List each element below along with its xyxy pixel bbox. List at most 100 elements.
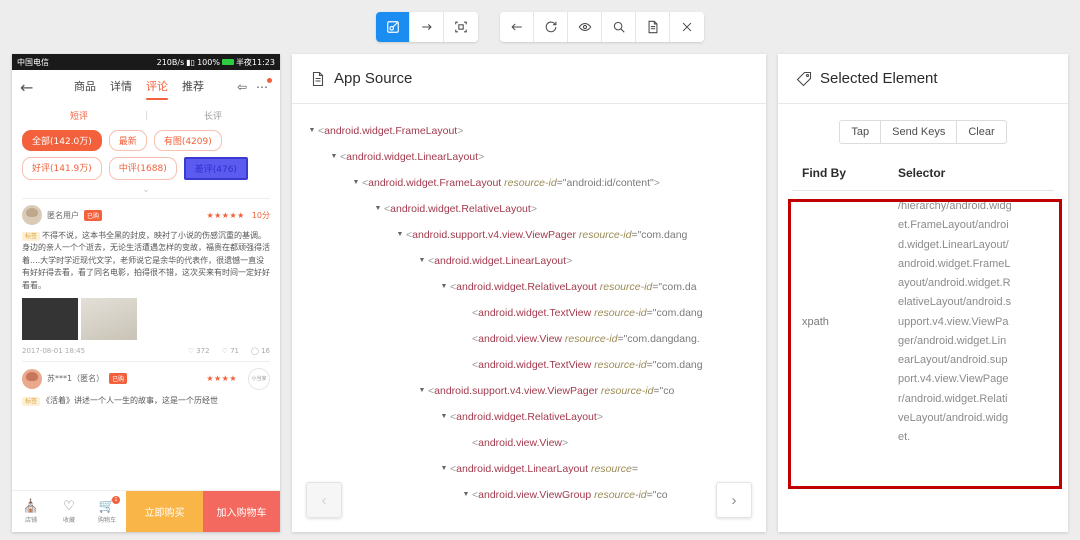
source-tree-node[interactable]: <android.view.View>: [292, 430, 766, 456]
source-tree-node-label: <android.view.View resource-id="com.dang…: [472, 333, 700, 345]
share-icon[interactable]: ⇦: [232, 80, 252, 94]
source-tree-node-label: <android.widget.TextView resource-id="co…: [472, 359, 703, 371]
source-tree-node[interactable]: ▼ <android.widget.FrameLayout resource-id…: [292, 170, 766, 196]
subtab-short-review[interactable]: 短评: [12, 109, 146, 122]
chip-all[interactable]: 全部(142.0万): [22, 130, 102, 151]
tap-by-coordinates-button[interactable]: [444, 12, 478, 42]
chevron-down-icon[interactable]: ▼: [416, 248, 428, 274]
expand-chevron-icon[interactable]: ⌄: [22, 186, 270, 198]
shop-button[interactable]: ⛪ 店铺: [12, 491, 50, 532]
source-tree-node[interactable]: ▼ <android.support.v4.view.ViewPager reso…: [292, 222, 766, 248]
chevron-down-icon[interactable]: ▼: [328, 144, 340, 170]
chevron-down-icon[interactable]: ▼: [306, 118, 318, 144]
send-keys-button[interactable]: Send Keys: [880, 120, 957, 144]
device-screenshot[interactable]: 中国电信 210B/s ▮▯ 100% 半夜11:23 ← 商品 详情 评论 推…: [12, 54, 280, 532]
review-meta: 2017-08-01 18:45 ♡ 372 ♡ 71 ◯ 16: [22, 347, 270, 361]
swipe-button[interactable]: [410, 12, 444, 42]
source-tree-node-label: <android.widget.LinearLayout resource=: [450, 463, 638, 475]
app-tab-detail[interactable]: 详情: [110, 78, 132, 97]
notification-dot: [267, 78, 272, 83]
comment-value: 71: [230, 346, 240, 355]
source-tree-node[interactable]: ▼ <android.widget.LinearLayout>: [292, 248, 766, 274]
reply-count[interactable]: ◯ 16: [251, 347, 270, 355]
chip-negative-selected[interactable]: 差评(476): [183, 157, 248, 180]
source-tree-node-label: <android.widget.TextView resource-id="co…: [472, 307, 703, 319]
source-tree-node[interactable]: <android.view.View resource-id="com.dang…: [292, 326, 766, 352]
chevron-down-icon[interactable]: ▼: [372, 196, 384, 222]
table-header-row: Find By Selector: [792, 158, 1054, 191]
clear-button[interactable]: Clear: [956, 120, 1007, 144]
search-button[interactable]: [602, 12, 636, 42]
source-tree-node[interactable]: ▼ <android.support.v4.view.ViewPager reso…: [292, 378, 766, 404]
source-tree-node-label: <android.widget.RelativeLayout>: [384, 203, 537, 215]
selected-element-header: Selected Element: [778, 54, 1068, 104]
refresh-button[interactable]: [534, 12, 568, 42]
app-tab-reviews[interactable]: 评论: [146, 78, 168, 100]
close-button[interactable]: [670, 12, 704, 42]
source-tree-node[interactable]: ▼ <android.widget.LinearLayout resource=: [292, 456, 766, 482]
review-body-text: 不得不说，这本书全黑的封皮，映衬了小说的伤感沉重的基调。身边的亲人一个个逝去，无…: [22, 231, 270, 290]
app-source-body[interactable]: ▼ <android.widget.FrameLayout> ▼ <android.w…: [292, 104, 766, 532]
source-tree-node[interactable]: ▼ <android.view.ViewGroup resource-id="co: [292, 482, 766, 508]
app-tab-goods[interactable]: 商品: [74, 78, 96, 97]
chevron-down-icon[interactable]: ▼: [394, 222, 406, 248]
source-tree-node-label: <android.view.View>: [472, 437, 569, 449]
source-tree-node[interactable]: <android.widget.TextView resource-id="co…: [292, 300, 766, 326]
reply-value: 16: [261, 346, 270, 355]
app-tab-recommend[interactable]: 推荐: [182, 78, 204, 97]
review-image[interactable]: [81, 297, 137, 340]
column-header-find-by: Find By: [802, 166, 846, 180]
chip-with-image[interactable]: 有图(4209): [153, 130, 222, 151]
chevron-down-icon[interactable]: ▼: [350, 170, 362, 196]
chevron-down-icon[interactable]: ▼: [438, 404, 450, 430]
review-image[interactable]: [22, 297, 78, 340]
chevron-down-icon[interactable]: ▼: [438, 274, 450, 300]
cell-find-by: xpath: [802, 316, 829, 329]
review-body-text: 《活着》讲述一个人一生的故事，这是一个历经世: [42, 395, 219, 405]
app-back-icon[interactable]: ←: [20, 78, 46, 97]
add-to-cart-button[interactable]: 加入购物车: [203, 491, 280, 532]
cart-badge: 1: [112, 496, 120, 504]
app-nav-tabs: 商品 详情 评论 推荐: [46, 78, 232, 100]
status-right: 210B/s ▮▯ 100% 半夜11:23: [157, 57, 275, 68]
source-tree-node[interactable]: ▼ <android.widget.FrameLayout>: [292, 118, 766, 144]
chip-positive[interactable]: 好评(141.9万): [22, 157, 102, 180]
next-page-button[interactable]: ›: [716, 482, 752, 518]
favorite-label: 收藏: [62, 516, 75, 524]
source-tree-node-label: <android.widget.FrameLayout>: [318, 125, 464, 137]
eye-button[interactable]: [568, 12, 602, 42]
status-time: 半夜11:23: [235, 57, 275, 67]
like-count[interactable]: ♡ 372: [188, 347, 210, 355]
status-carrier: 中国电信: [17, 57, 49, 67]
favorite-button[interactable]: ♡ 收藏: [50, 491, 88, 532]
source-tree-node[interactable]: ▼ <android.widget.RelativeLayout>: [292, 196, 766, 222]
comment-count[interactable]: ♡ 71: [222, 347, 239, 355]
subtab-long-review[interactable]: 长评: [146, 109, 280, 122]
review-tag: 标签: [22, 396, 41, 406]
buy-now-button[interactable]: 立即购买: [126, 491, 203, 532]
source-tree-node-label: <android.support.v4.view.ViewPager resou…: [428, 385, 675, 397]
rating-stars: ★★★★★: [206, 210, 245, 220]
source-tree-node[interactable]: ▼ <android.widget.LinearLayout>: [292, 144, 766, 170]
review-header: 匿名用户 已购 ★★★★★ 10分: [22, 205, 270, 225]
prev-page-button[interactable]: ‹: [306, 482, 342, 518]
more-icon[interactable]: ⋯: [252, 78, 272, 94]
source-tree-node[interactable]: <android.widget.TextView resource-id="co…: [292, 352, 766, 378]
source-tree-node[interactable]: ▼ <android.widget.RelativeLayout resource…: [292, 274, 766, 300]
tap-button[interactable]: Tap: [839, 120, 881, 144]
chip-newest[interactable]: 最新: [108, 130, 147, 151]
select-element-button[interactable]: [376, 12, 410, 42]
chevron-down-icon[interactable]: ▼: [416, 378, 428, 404]
back-button[interactable]: [500, 12, 534, 42]
copy-source-button[interactable]: [636, 12, 670, 42]
tag-icon: [796, 71, 812, 87]
source-tree-node[interactable]: ▼ <android.widget.RelativeLayout>: [292, 404, 766, 430]
review-item-1: 匿名用户 已购 ★★★★★ 10分 标签 不得不说，这本书全黑的封皮，映衬了小说的…: [12, 199, 280, 361]
chevron-down-icon[interactable]: ▼: [460, 482, 472, 508]
rating-stars: ★★★★: [206, 374, 237, 384]
chevron-down-icon[interactable]: ▼: [438, 456, 450, 482]
chip-neutral[interactable]: 中评(1688): [108, 157, 177, 180]
review-tag: 标签: [22, 232, 41, 241]
cart-button[interactable]: 🛒 1 购物车: [88, 491, 126, 532]
rating-score: 10分: [251, 210, 270, 220]
